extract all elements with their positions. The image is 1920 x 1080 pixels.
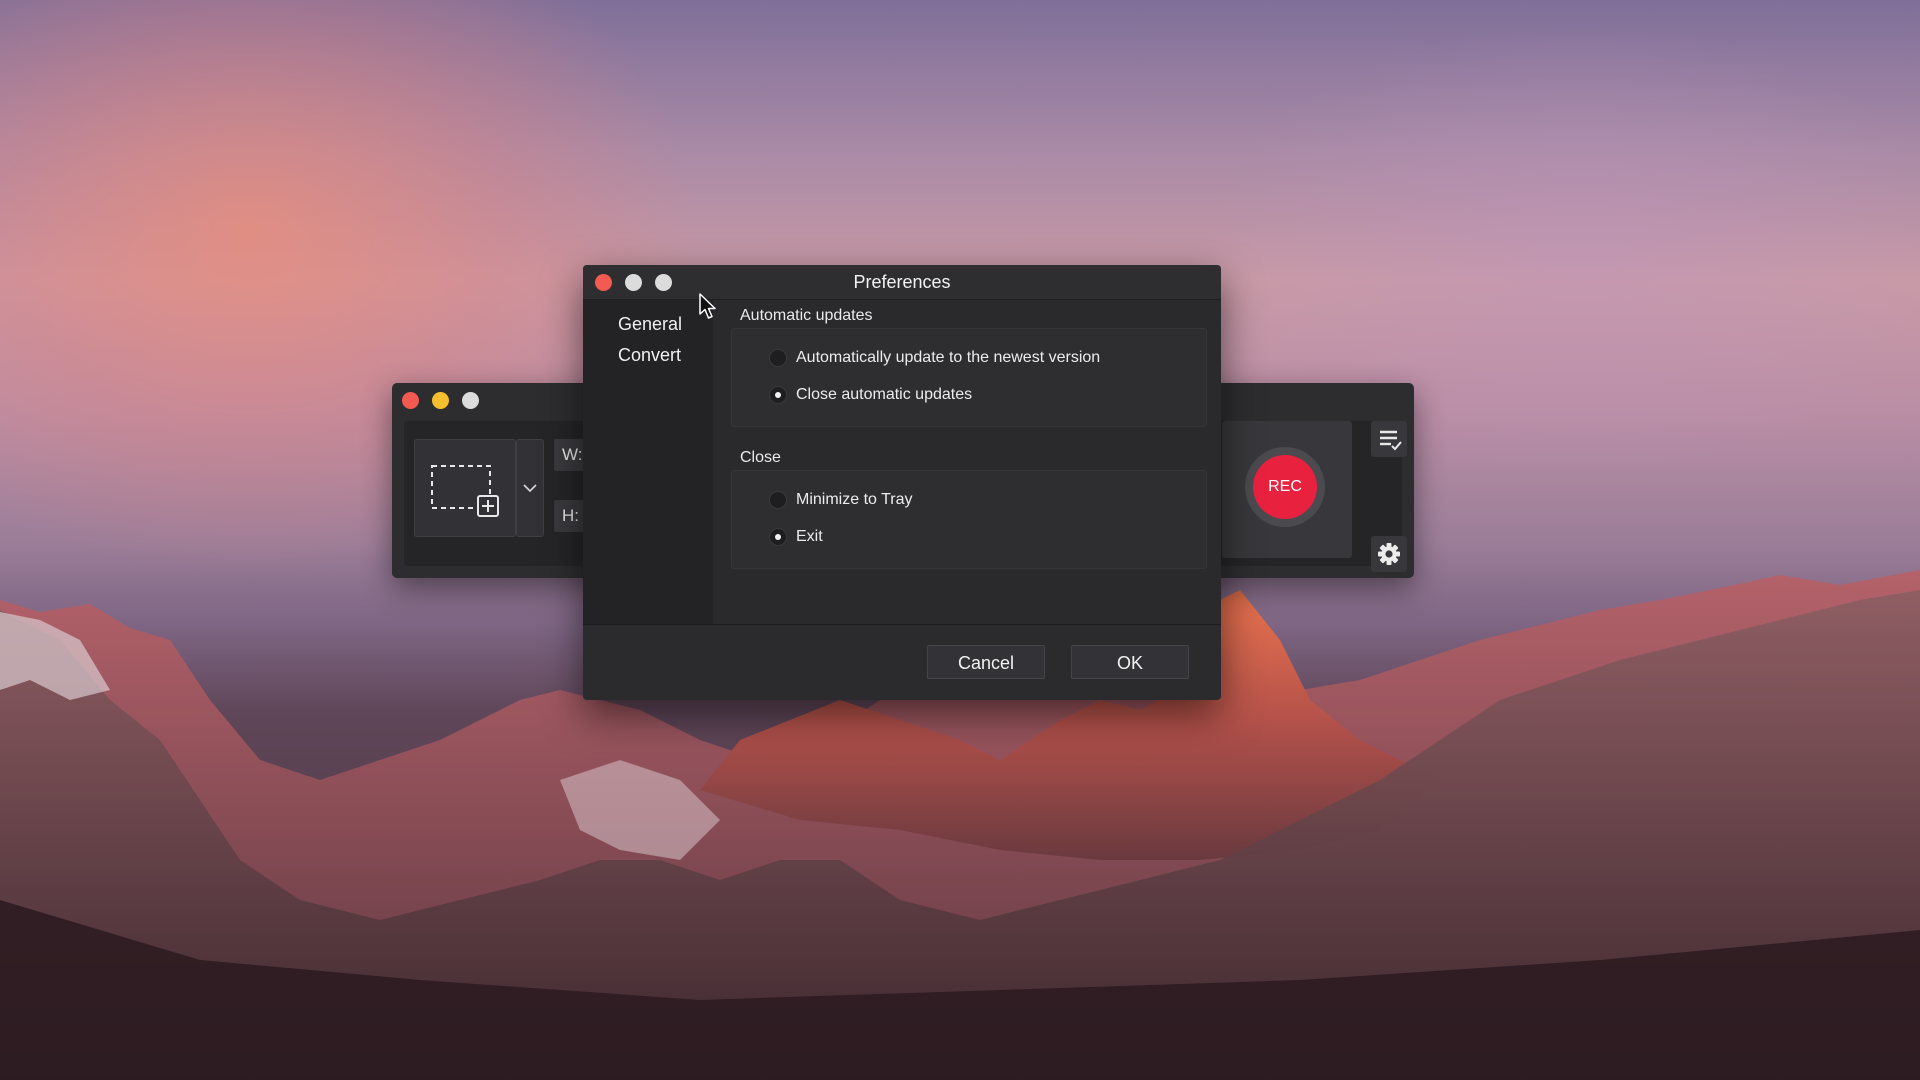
ok-button[interactable]: OK	[1071, 645, 1189, 679]
minimize-to-tray-radio[interactable]	[769, 491, 787, 509]
chevron-down-icon	[523, 484, 537, 493]
close-behavior-group: Minimize to Tray Exit	[731, 470, 1207, 569]
dialog-titlebar[interactable]: Preferences	[583, 265, 1221, 300]
close-auto-updates-radio[interactable]	[769, 386, 787, 404]
exit-label: Exit	[796, 528, 823, 545]
preferences-dialog: Preferences General Convert Automatic up…	[583, 265, 1221, 700]
sidebar-item-general[interactable]: General	[618, 314, 682, 335]
recorder-minimize-button[interactable]	[432, 392, 449, 409]
option-minimize-to-tray[interactable]: Minimize to Tray	[769, 489, 912, 511]
section-title-automatic-updates: Automatic updates	[740, 307, 873, 324]
width-label: W:	[562, 445, 583, 464]
recorder-zoom-button[interactable]	[462, 392, 479, 409]
minimize-to-tray-label: Minimize to Tray	[796, 491, 913, 508]
settings-button[interactable]	[1371, 536, 1407, 572]
section-title-close: Close	[740, 449, 781, 466]
option-close-auto-updates[interactable]: Close automatic updates	[769, 384, 972, 406]
record-button[interactable]: REC	[1253, 455, 1317, 519]
region-dropdown-button[interactable]	[516, 439, 544, 537]
auto-update-radio[interactable]	[769, 349, 787, 367]
gear-icon	[1378, 543, 1400, 565]
recorder-close-button[interactable]	[402, 392, 419, 409]
dialog-footer: Cancel OK	[583, 624, 1221, 700]
preferences-sidebar: General Convert	[583, 300, 713, 630]
automatic-updates-group: Automatically update to the newest versi…	[731, 328, 1207, 427]
mouse-cursor-icon	[699, 293, 716, 319]
task-list-button[interactable]	[1371, 421, 1407, 457]
option-auto-update[interactable]: Automatically update to the newest versi…	[769, 347, 1100, 369]
cancel-button[interactable]: Cancel	[927, 645, 1045, 679]
dialog-title: Preferences	[853, 272, 951, 292]
height-label: H:	[562, 506, 579, 525]
option-exit[interactable]: Exit	[769, 526, 823, 548]
task-list-icon	[1380, 430, 1402, 451]
region-select-icon	[431, 465, 499, 517]
close-auto-updates-label: Close automatic updates	[796, 386, 973, 403]
sidebar-item-convert[interactable]: Convert	[618, 345, 681, 366]
exit-radio[interactable]	[769, 528, 787, 546]
region-select-button[interactable]	[414, 439, 516, 537]
auto-update-label: Automatically update to the newest versi…	[796, 349, 1101, 366]
